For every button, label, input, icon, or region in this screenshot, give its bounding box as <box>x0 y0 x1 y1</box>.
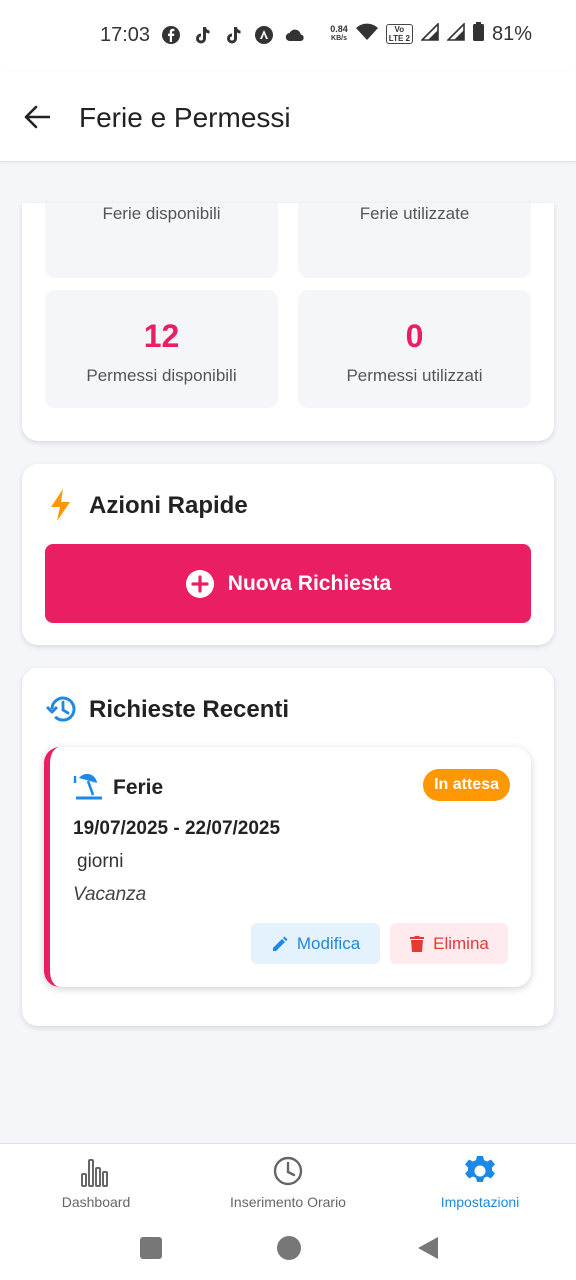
recent-requests-card: Richieste Recenti Ferie In attesa 19/07/… <box>22 668 554 1026</box>
stat-permessi-utilizzati: 0 Permessi utilizzati <box>298 290 531 408</box>
recents-icon[interactable] <box>138 1235 164 1261</box>
beach-umbrella-icon <box>73 774 102 800</box>
delete-button[interactable]: Elimina <box>390 923 508 964</box>
signal-icon <box>446 21 465 46</box>
notification-icons <box>160 24 306 46</box>
system-navigation-bar <box>0 1223 576 1280</box>
edit-label: Modifica <box>296 933 361 953</box>
new-request-label: Nuova Richiesta <box>227 571 392 595</box>
signal-icon <box>420 21 439 46</box>
edit-button[interactable]: Modifica <box>251 923 380 964</box>
nav-item-dashboard[interactable]: Dashboard <box>0 1154 192 1210</box>
stat-label: Ferie disponibili <box>102 204 221 223</box>
request-item[interactable]: Ferie In attesa 19/07/2025 - 22/07/2025 … <box>44 747 531 987</box>
gear-icon <box>465 1156 495 1182</box>
trash-icon <box>410 935 425 952</box>
home-icon[interactable] <box>276 1235 302 1261</box>
tiktok-icon <box>191 24 213 46</box>
scroll-content[interactable]: Ferie disponibili Ferie utilizzate 12 Pe… <box>0 163 576 1143</box>
battery-percent: 81% <box>491 22 532 45</box>
volte-bottom: LTE 2 <box>388 34 410 43</box>
new-request-button[interactable]: Nuova Richiesta <box>45 544 531 623</box>
network-speed-unit: KB/s <box>331 35 347 42</box>
stat-ferie-utilizzate: Ferie utilizzate <box>298 203 531 278</box>
network-speed-value: 0.84 <box>330 24 348 34</box>
quick-actions-card: Azioni Rapide Nuova Richiesta <box>22 464 554 645</box>
bar-chart-icon <box>81 1159 108 1187</box>
request-type: Ferie <box>113 776 164 799</box>
request-days: giorni <box>77 851 124 872</box>
bolt-icon <box>51 489 70 521</box>
nav-label: Impostazioni <box>440 1194 520 1210</box>
quick-actions-title: Azioni Rapide <box>89 492 248 519</box>
stat-label: Permessi disponibili <box>86 366 237 385</box>
balance-card: Ferie disponibili Ferie utilizzate 12 Pe… <box>22 203 554 441</box>
tiktok-icon <box>222 24 244 46</box>
arrow-left-icon <box>24 105 50 129</box>
stat-value: 12 <box>143 318 180 354</box>
stat-label: Ferie utilizzate <box>359 204 470 223</box>
history-icon <box>46 696 76 722</box>
page-title: Ferie e Permessi <box>79 102 291 133</box>
back-button[interactable] <box>20 100 54 134</box>
status-bar: 17:03 0.84 KB/s Vo LTE 2 81% <box>0 0 576 72</box>
add-circle-icon <box>185 569 214 598</box>
wifi-icon <box>355 23 378 46</box>
stat-permessi-disponibili: 12 Permessi disponibili <box>45 290 278 408</box>
clock-icon <box>273 1156 303 1186</box>
stat-value: 0 <box>405 318 424 354</box>
status-system-icons: 0.84 KB/s Vo LTE 2 81% <box>330 21 532 46</box>
recent-requests-title: Richieste Recenti <box>89 696 290 723</box>
volte-top: Vo <box>394 25 405 34</box>
nav-item-inserimento-orario[interactable]: Inserimento Orario <box>192 1154 384 1210</box>
request-note: Vacanza <box>73 884 147 905</box>
nav-item-impostazioni[interactable]: Impostazioni <box>384 1154 576 1210</box>
delete-label: Elimina <box>433 933 489 953</box>
app-a-icon <box>253 24 275 46</box>
stat-label: Permessi utilizzati <box>346 366 483 385</box>
status-badge: In attesa <box>423 769 510 801</box>
nav-label: Inserimento Orario <box>230 1194 346 1210</box>
bottom-navigation: Dashboard Inserimento Orario Impostazion… <box>0 1143 576 1223</box>
facebook-icon <box>160 24 182 46</box>
app-bar: Ferie e Permessi <box>0 72 576 162</box>
stat-ferie-disponibili: Ferie disponibili <box>45 203 278 278</box>
network-speed: 0.84 KB/s <box>330 24 348 44</box>
cloud-icon <box>284 24 306 46</box>
status-time: 17:03 <box>100 24 151 46</box>
nav-label: Dashboard <box>61 1194 131 1210</box>
back-icon[interactable] <box>415 1235 441 1261</box>
battery-icon <box>472 22 484 46</box>
volte-indicator: Vo LTE 2 <box>385 24 413 44</box>
request-dates: 19/07/2025 - 22/07/2025 <box>73 818 281 839</box>
pencil-icon <box>272 936 288 951</box>
